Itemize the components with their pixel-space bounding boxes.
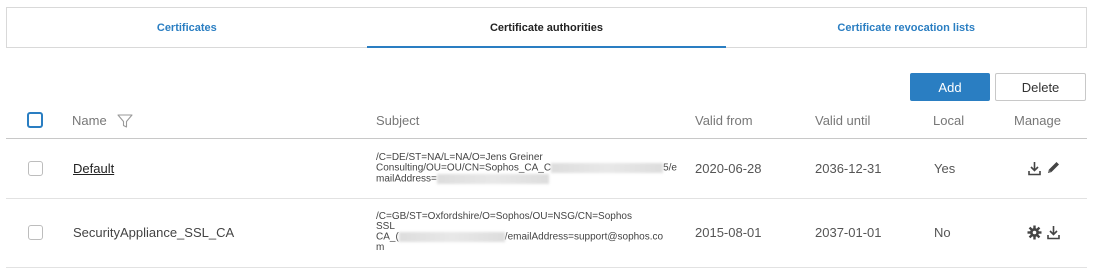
gear-icon[interactable] xyxy=(1027,225,1042,240)
subject-part: Consulting/OU=OU/CN=Sophos_CA_C xyxy=(376,162,552,174)
filter-icon[interactable] xyxy=(117,113,133,129)
subject-part: mailAddress= xyxy=(376,173,437,185)
redacted-block xyxy=(398,232,505,242)
table-row: Default /C=DE/ST=NA/L=NA/O=Jens Greiner … xyxy=(6,139,1087,199)
header-manage: Manage xyxy=(1014,113,1061,128)
ca-table: Name Subject Valid from Valid until Loca… xyxy=(6,102,1087,274)
delete-button[interactable]: Delete xyxy=(995,73,1086,101)
subject-part: 5/e xyxy=(663,162,677,174)
subject-line: Consulting/OU=OU/CN=Sophos_CA_C 5/e xyxy=(376,163,682,174)
subject-line: mailAddress= xyxy=(376,173,682,185)
table-row: SecurityAppliance_SSL_CA /C=GB/ST=Oxford… xyxy=(6,199,1087,268)
redacted-block xyxy=(551,163,664,173)
tab-certificate-revocation-lists[interactable]: Certificate revocation lists xyxy=(726,8,1086,47)
header-valid-from: Valid from xyxy=(695,113,753,128)
download-icon[interactable] xyxy=(1046,225,1061,240)
header-name[interactable]: Name xyxy=(72,113,107,128)
subject-text: /C=GB/ST=Oxfordshire/O=Sophos/OU=NSG/CN=… xyxy=(376,212,682,253)
valid-from: 2020-06-28 xyxy=(695,161,762,176)
subject-line: SSL xyxy=(376,221,395,232)
subject-text: /C=DE/ST=NA/L=NA/O=Jens Greiner Consulti… xyxy=(376,153,682,184)
valid-until: 2037-01-01 xyxy=(815,225,882,240)
row-checkbox[interactable] xyxy=(28,225,43,240)
redacted-block xyxy=(436,173,549,184)
local-flag: No xyxy=(934,225,951,240)
subject-line: /C=GB/ST=Oxfordshire/O=Sophos/OU=NSG/CN=… xyxy=(376,211,632,222)
tab-bar: Certificates Certificate authorities Cer… xyxy=(6,7,1087,48)
subject-part: CA_( xyxy=(376,231,399,243)
header-subject: Subject xyxy=(376,113,420,128)
row-checkbox[interactable] xyxy=(28,161,43,176)
valid-from: 2015-08-01 xyxy=(695,225,762,240)
select-all-checkbox[interactable] xyxy=(27,112,43,128)
subject-part: /emailAddress=support@sophos.co xyxy=(504,231,664,243)
subject-line: CA_( /emailAddress=support@sophos.co xyxy=(376,232,682,243)
tab-certificate-authorities[interactable]: Certificate authorities xyxy=(366,8,727,48)
pencil-icon[interactable] xyxy=(1046,160,1061,175)
valid-until: 2036-12-31 xyxy=(815,161,882,176)
ca-name[interactable]: SecurityAppliance_SSL_CA xyxy=(73,225,234,240)
tab-certificates[interactable]: Certificates xyxy=(7,8,367,47)
download-icon[interactable] xyxy=(1027,161,1042,176)
add-button[interactable]: Add xyxy=(910,73,990,101)
header-valid-until: Valid until xyxy=(815,113,871,128)
subject-line: /C=DE/ST=NA/L=NA/O=Jens Greiner xyxy=(376,152,543,163)
subject-line: m xyxy=(376,241,385,253)
local-flag: Yes xyxy=(934,161,956,176)
table-header: Name Subject Valid from Valid until Loca… xyxy=(6,102,1087,139)
table-row-partial xyxy=(6,268,1087,274)
ca-name-link[interactable]: Default xyxy=(73,161,114,176)
header-local: Local xyxy=(933,113,965,128)
